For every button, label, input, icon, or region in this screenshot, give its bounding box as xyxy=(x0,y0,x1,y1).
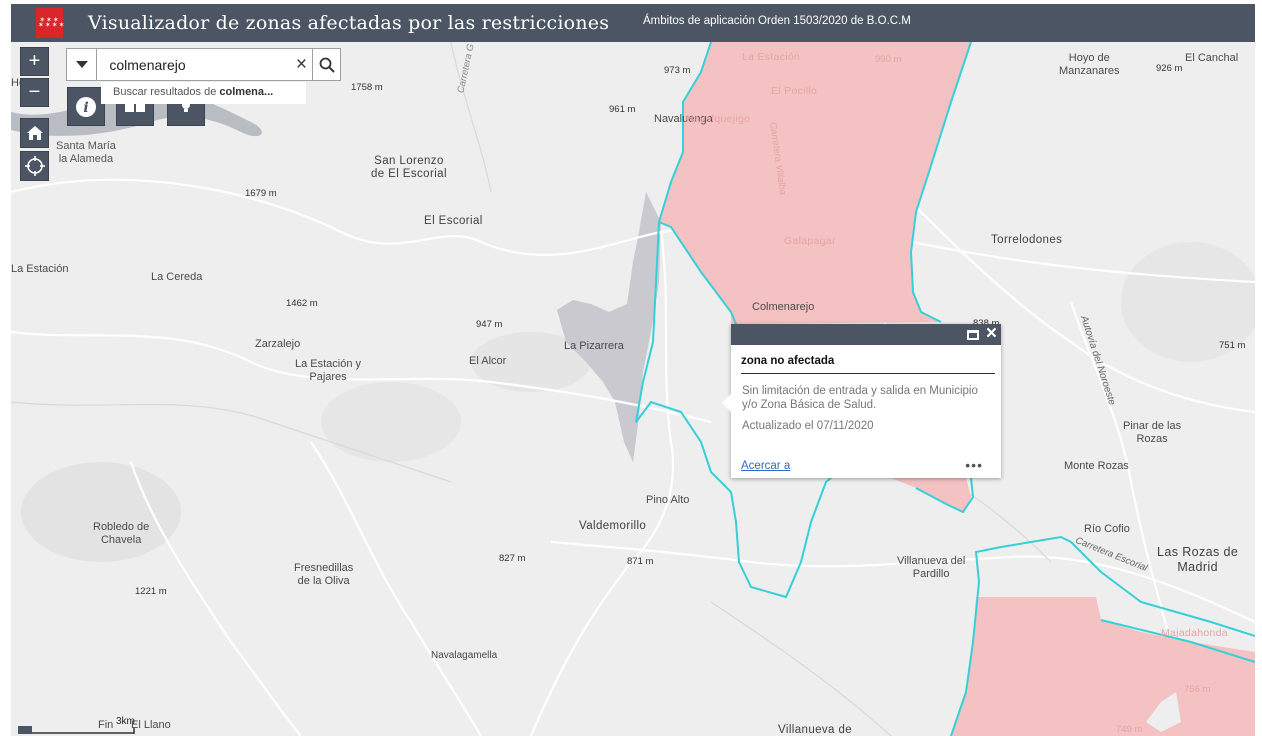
label-rio-cofio: Río Cofio xyxy=(1084,523,1130,535)
label-colmenarejo: Colmenarejo xyxy=(752,301,815,313)
elevation-947: 947 m xyxy=(476,319,503,330)
home-button[interactable] xyxy=(20,118,49,148)
elevation-926: 926 m xyxy=(1156,63,1183,74)
close-icon[interactable]: × xyxy=(986,323,997,345)
app-title: Visualizador de zonas afectadas por las … xyxy=(88,12,610,34)
label-la-estacion-west: La Estación xyxy=(11,263,69,275)
basemap xyxy=(11,42,1255,736)
search-button[interactable] xyxy=(312,49,340,80)
elevation-1221: 1221 m xyxy=(135,586,167,597)
popup-pointer xyxy=(722,394,731,412)
label-la-pizarrera: La Pizarrera xyxy=(564,340,624,352)
search-source-dropdown[interactable] xyxy=(67,49,98,80)
label-villanueva-de: Villanueva de xyxy=(778,724,853,736)
header-bar: ✶✶✶ ✶✶✶✶ Visualizador de zonas afectadas … xyxy=(11,4,1255,42)
label-el-alcor: El Alcor xyxy=(469,355,507,367)
elevation-973: 973 m xyxy=(664,65,691,76)
label-la-cereda: La Cereda xyxy=(151,271,203,283)
elevation-990: 990 m xyxy=(875,54,902,65)
label-torrelodones: Torrelodones xyxy=(991,234,1063,246)
label-la-estacion-pajares: La Estación y Pajares xyxy=(295,358,362,383)
label-pino-alto: Pino Alto xyxy=(646,494,690,506)
label-el-canchal: El Canchal xyxy=(1185,52,1239,64)
clear-search-icon[interactable]: × xyxy=(290,54,312,76)
popup-titlebar: × xyxy=(731,323,1001,345)
caret-down-icon xyxy=(75,60,88,68)
search-suggestion[interactable]: Buscar resultados de colmena... xyxy=(101,82,306,104)
popup-title: zona no afectada xyxy=(741,355,995,374)
elevation-1679: 1679 m xyxy=(245,188,277,199)
label-valdemorillo: Valdemorillo xyxy=(579,520,647,532)
zoom-to-link[interactable]: Acercar a xyxy=(741,460,790,472)
locate-button[interactable] xyxy=(20,151,49,181)
label-robledo-de-chavela: Robledo de Chavela xyxy=(93,521,150,546)
svg-text:i: i xyxy=(83,100,88,116)
label-zarzalejo: Zarzalejo xyxy=(255,338,301,350)
zone-label-el-pocillo: El Pocillo xyxy=(771,85,818,97)
scale-bar: 3km xyxy=(18,716,138,736)
info-icon: i xyxy=(76,96,96,117)
elevation-827: 827 m xyxy=(499,553,526,564)
label-villanueva-del-pardillo: Villanueva del Pardillo xyxy=(897,555,966,580)
info-button[interactable]: i xyxy=(67,87,105,126)
elevation-751: 751 m xyxy=(1219,340,1246,351)
scale-label: 3km xyxy=(116,716,135,727)
elevation-1462: 1462 m xyxy=(286,298,318,309)
suggestion-term: colmena... xyxy=(219,86,274,98)
search-input[interactable] xyxy=(97,49,291,80)
popup-description: Sin limitación de entrada y salida en Mu… xyxy=(742,385,978,411)
elevation-749: 749 m xyxy=(1116,724,1143,735)
label-santa-maria: Santa María la Alameda xyxy=(56,140,116,165)
more-options-icon[interactable]: ••• xyxy=(965,457,983,473)
elevation-1758: 1758 m xyxy=(351,82,383,93)
home-icon xyxy=(26,126,43,140)
header-subtitle: Ámbitos de aplicación Orden 1503/2020 de… xyxy=(643,15,911,27)
suggestion-prefix: Buscar resultados de xyxy=(113,86,220,98)
label-pinar-de-las-rozas: Pinar de las Rozas xyxy=(1123,420,1182,445)
label-el-escorial: El Escorial xyxy=(424,215,483,227)
zone-label-majadahonda: Majadahonda xyxy=(1161,627,1228,639)
search-box: × xyxy=(66,48,341,81)
locate-icon xyxy=(24,156,45,176)
comunidad-madrid-logo: ✶✶✶ ✶✶✶✶ xyxy=(36,8,64,38)
popup-updated: Actualizado el 07/11/2020 xyxy=(742,420,874,432)
elevation-756: 756 m xyxy=(1184,684,1211,695)
label-monte-rozas: Monte Rozas xyxy=(1064,460,1129,472)
label-san-lorenzo: San Lorenzo de El Escorial xyxy=(371,155,447,180)
maximize-icon[interactable] xyxy=(967,330,979,340)
zoom-in-button[interactable]: + xyxy=(20,47,49,76)
map-view[interactable]: San Lorenzo de El Escorial El Escorial L… xyxy=(11,42,1255,736)
feature-popup: × zona no afectada Sin limitación de ent… xyxy=(722,323,1001,478)
label-las-rozas: Las Rozas de Madrid xyxy=(1157,545,1239,574)
zone-label-la-estacion: La Estación xyxy=(742,51,801,63)
zoom-out-button[interactable]: − xyxy=(20,78,49,107)
app-root: ✶✶✶ ✶✶✶✶ Visualizador de zonas afectadas … xyxy=(0,0,1262,736)
label-hoyo-de-manzanares: Hoyo de Manzanares xyxy=(1059,52,1120,77)
zone-label-galapagar: Galapagar xyxy=(784,235,836,247)
zone-label-navalquejigo: Navalquejigo xyxy=(686,113,751,125)
elevation-961: 961 m xyxy=(609,104,636,115)
elevation-871: 871 m xyxy=(627,556,654,567)
label-fresnedillas: Fresnedillas de la Oliva xyxy=(294,562,354,587)
search-icon xyxy=(319,57,335,73)
label-navalagamella: Navalagamella xyxy=(431,650,498,661)
